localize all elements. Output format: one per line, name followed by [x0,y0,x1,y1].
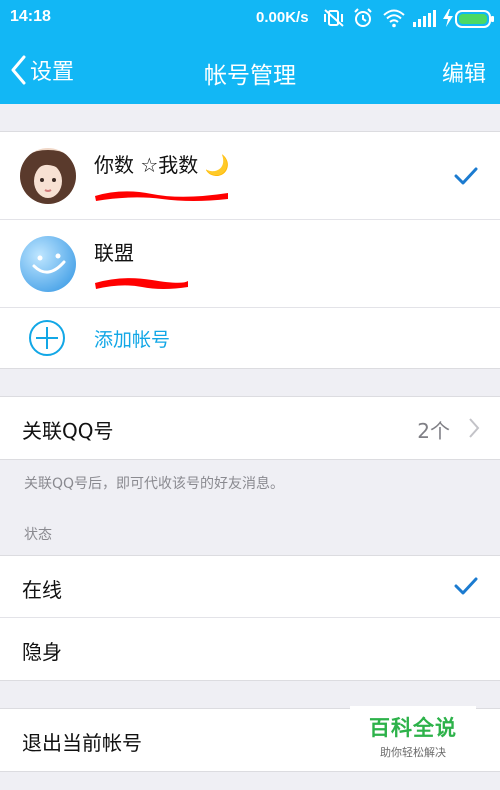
status-option-online[interactable]: 在线 [0,556,500,618]
status-option-label: 在线 [22,578,62,602]
redaction-mark [95,191,228,201]
account-item[interactable]: 联盟 [0,220,500,308]
account-name: 你数 ☆我数 🌙 [94,153,230,177]
linked-qq-group: 关联QQ号 2个 [0,396,500,460]
account-item[interactable]: 你数 ☆我数 🌙 [0,132,500,220]
linked-qq-count: 2个 [417,419,450,443]
watermark-title: 百科全说 [369,716,457,740]
page-title: 帐号管理 [204,63,296,89]
linked-qq-row[interactable]: 关联QQ号 2个 [0,397,500,459]
avatar [20,148,76,204]
vibrate-off-icon [324,9,344,27]
watermark-logo: 百科全说 助你轻松解决 [350,706,476,766]
chevron-right-icon [469,418,480,438]
status-time: 14:18 [10,8,51,25]
add-circle-icon [29,320,65,356]
add-account-label: 添加帐号 [94,329,171,351]
battery-icon [455,10,494,28]
checkmark-icon [454,167,478,185]
status-net-speed: 0.00K/s [256,9,309,26]
chevron-left-icon [11,55,26,85]
logout-label: 退出当前帐号 [22,731,142,755]
nav-bar: 设置 帐号管理 编辑 [0,36,500,104]
wifi-icon [383,9,405,28]
linked-qq-note: 关联QQ号后，即可代收该号的好友消息。 [24,476,285,492]
linked-qq-label: 关联QQ号 [22,419,114,443]
alarm-icon [354,8,372,27]
status-options: 在线 隐身 [0,555,500,681]
back-label: 设置 [30,60,75,85]
edit-button[interactable]: 编辑 [442,56,486,88]
redaction-mark [95,278,188,289]
status-section-header: 状态 [24,527,52,543]
account-name: 联盟 [94,241,134,265]
signal-icon [413,10,436,27]
back-button[interactable]: 设置 [10,54,74,86]
accounts-list: 你数 ☆我数 🌙 联盟 添加帐号 [0,131,500,369]
avatar [20,236,76,292]
status-option-invisible[interactable]: 隐身 [0,618,500,680]
watermark-subtitle: 助你轻松解决 [380,746,446,759]
add-account-button[interactable]: 添加帐号 [0,308,500,368]
status-option-label: 隐身 [22,640,62,664]
checkmark-icon [454,577,478,595]
charging-icon [443,9,453,27]
status-bar: 14:18 0.00K/s [0,0,500,36]
